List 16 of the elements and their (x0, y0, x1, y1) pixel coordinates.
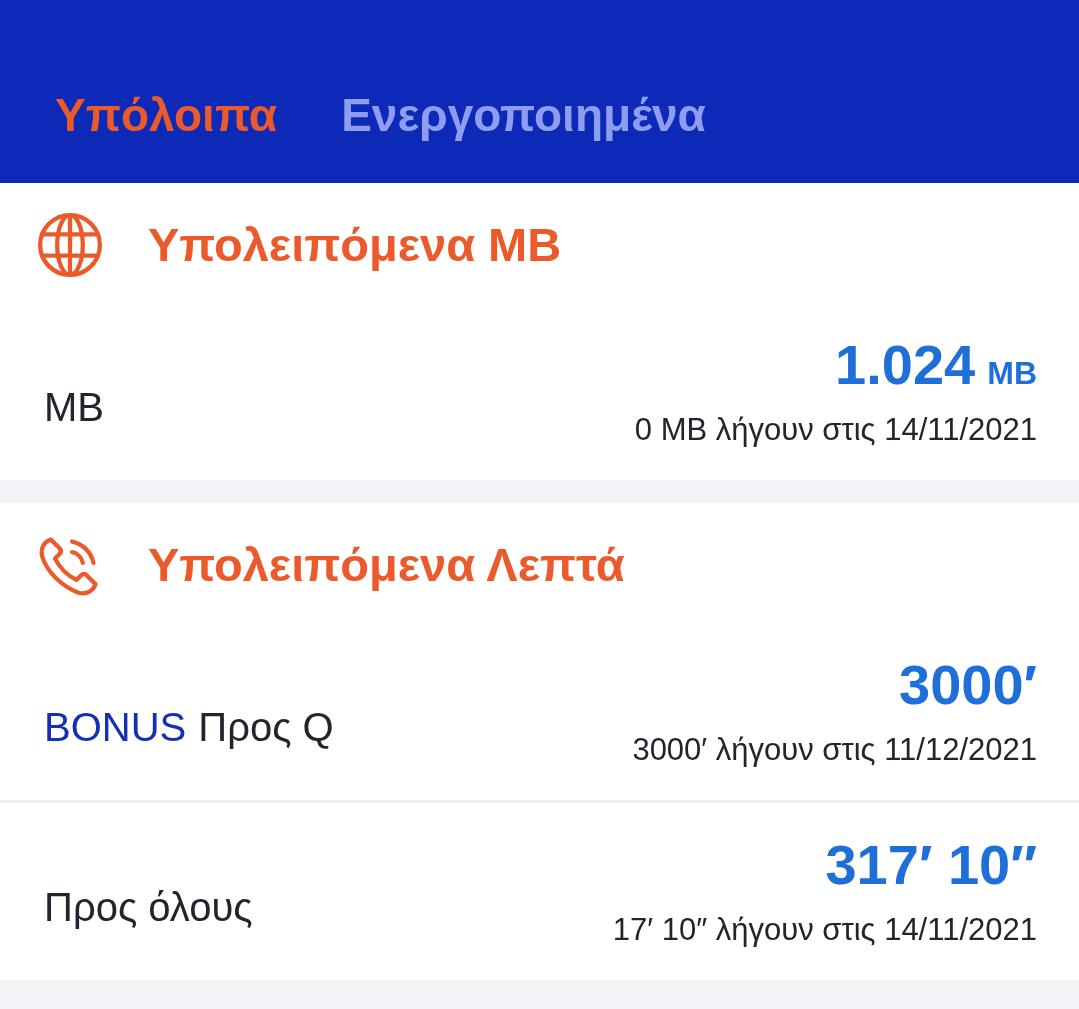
balance-value: 1.024 (835, 335, 976, 395)
expiry-text: 0 MB λήγουν στις 14/11/2021 (634, 411, 1037, 449)
globe-icon (38, 213, 102, 277)
tab[interactable]: Υπόλοιπα (55, 87, 278, 143)
balance-unit: MB (987, 354, 1037, 393)
tab[interactable]: Ενεργοποιημένα (341, 87, 706, 143)
section-title: Υπολειπόμενα Λεπτά (148, 537, 625, 593)
bonus-label: BONUS (44, 703, 187, 751)
expiry-text: 17′ 10″ λήγουν στις 14/11/2021 (612, 911, 1037, 949)
balance-value: 317′ 10″ (825, 835, 1037, 895)
balance-label: Προς όλους (44, 883, 253, 931)
expiry-text: 3000′ λήγουν στις 11/12/2021 (632, 731, 1037, 769)
balance-label: Προς Q (198, 703, 334, 751)
balance-label: MB (44, 383, 104, 431)
section-title: Υπολειπόμενα MB (148, 217, 562, 273)
balance-value: 3000′ (899, 655, 1037, 715)
